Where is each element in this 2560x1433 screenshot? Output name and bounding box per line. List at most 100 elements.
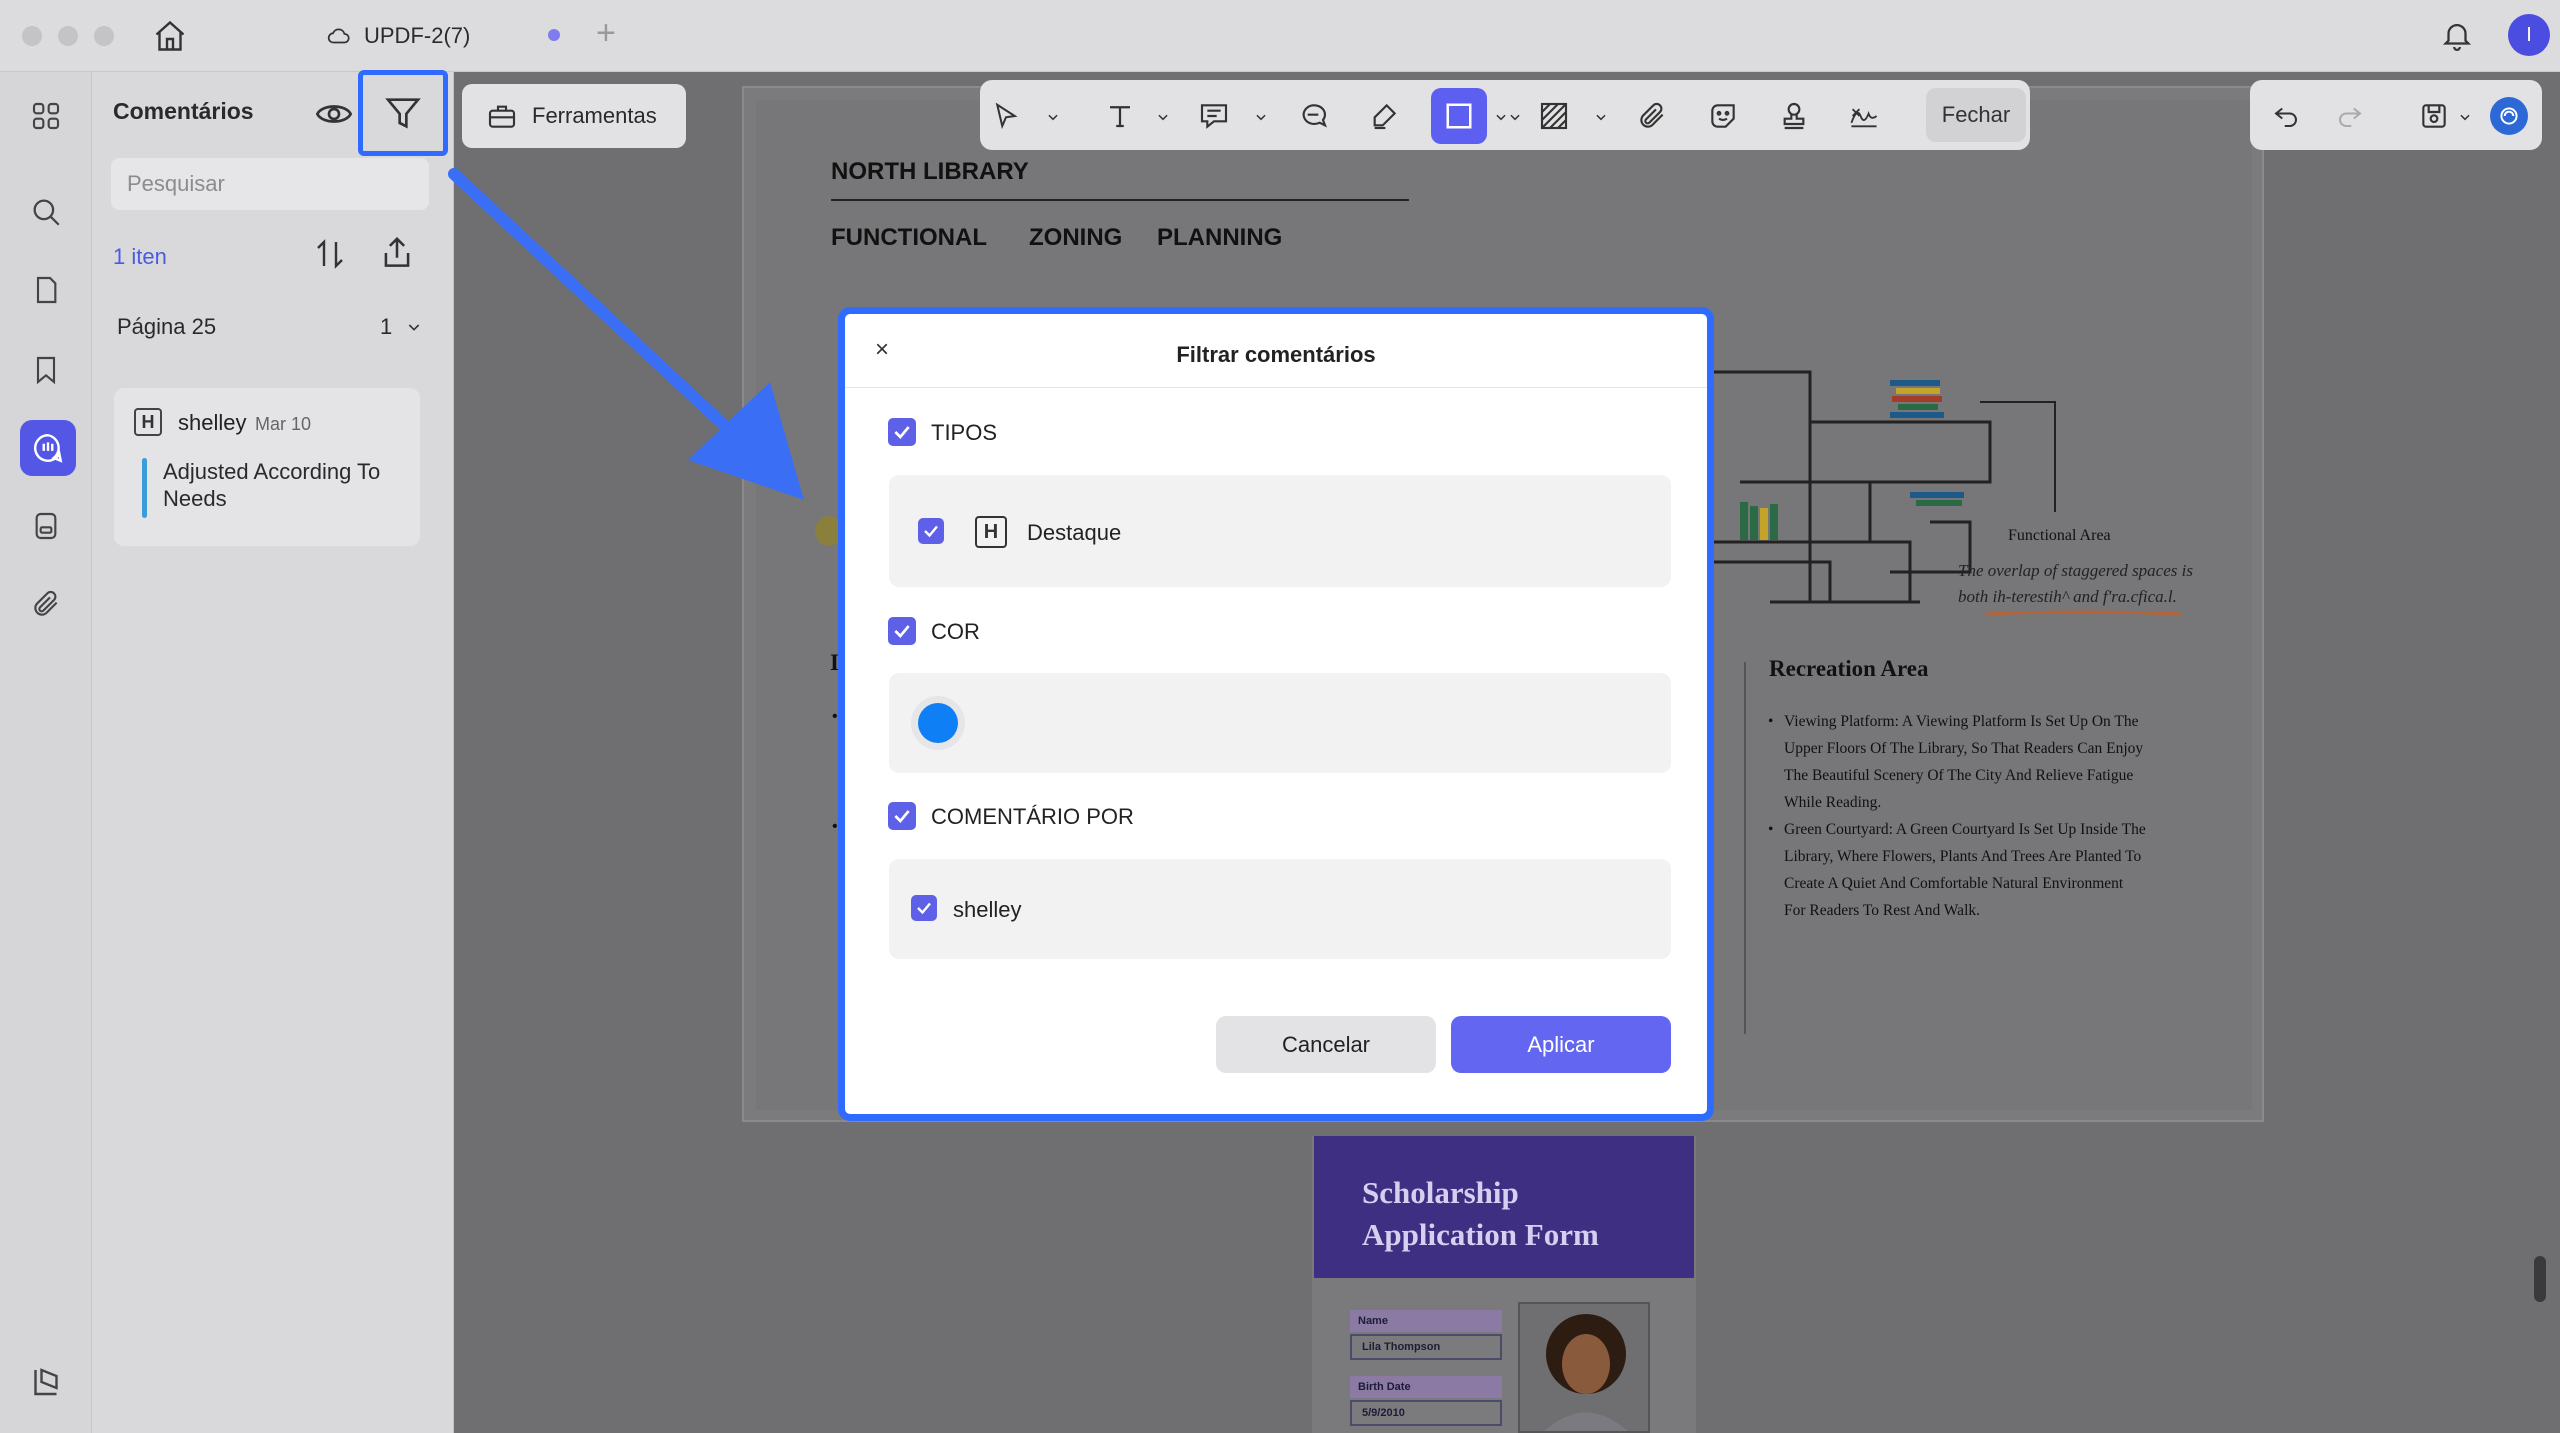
window-close-button[interactable] bbox=[22, 26, 42, 46]
doc-title: NORTH LIBRARY bbox=[831, 158, 1029, 185]
highlight-icon: H bbox=[134, 408, 162, 436]
color-label: COR bbox=[931, 619, 980, 644]
recreation-list: Viewing Platform: A Viewing Platform Is … bbox=[1768, 708, 2148, 924]
chevron-down-icon[interactable] bbox=[1156, 110, 1170, 124]
toolbox-icon bbox=[488, 105, 516, 128]
chevron-down-icon[interactable] bbox=[1494, 110, 1508, 124]
form-name-value: Lila Thompson bbox=[1350, 1334, 1502, 1360]
chevron-down-icon[interactable] bbox=[1594, 110, 1608, 124]
doc-subtitle-planning: PLANNING bbox=[1157, 224, 1283, 251]
unsaved-dot bbox=[548, 29, 560, 41]
redo-icon[interactable] bbox=[2334, 100, 2366, 132]
stamp-icon[interactable] bbox=[1778, 100, 1810, 132]
page-group-label: Página 25 bbox=[117, 314, 217, 339]
new-tab-button[interactable]: + bbox=[596, 14, 616, 53]
comment-date: Mar 10 bbox=[255, 414, 312, 434]
search-input[interactable] bbox=[111, 158, 429, 210]
check-icon bbox=[894, 810, 910, 823]
author-label: COMENTÁRIO POR bbox=[931, 804, 1134, 829]
sticker-icon[interactable] bbox=[1707, 100, 1739, 132]
annotation-arrow bbox=[448, 168, 804, 500]
close-icon[interactable]: × bbox=[870, 336, 894, 363]
hatch-icon[interactable] bbox=[1538, 100, 1570, 132]
bookmark-icon[interactable] bbox=[26, 350, 66, 390]
attachment-icon[interactable] bbox=[1636, 100, 1668, 132]
panel-title: Comentários bbox=[113, 98, 254, 124]
types-checkbox[interactable] bbox=[888, 418, 916, 446]
form-birth-value: 5/9/2010 bbox=[1350, 1400, 1502, 1426]
signature-icon[interactable] bbox=[1848, 100, 1880, 132]
doc-subtitle-zoning: ZONING bbox=[1029, 224, 1123, 251]
form-icon[interactable] bbox=[26, 506, 66, 546]
save-icon[interactable] bbox=[2418, 100, 2450, 132]
check-icon bbox=[894, 426, 910, 439]
chevron-down-icon[interactable] bbox=[2458, 110, 2472, 124]
bell-icon[interactable] bbox=[2440, 18, 2474, 57]
page-group-toggle[interactable]: 1 bbox=[380, 314, 422, 340]
page-group-count: 1 bbox=[380, 314, 393, 339]
recreation-divider bbox=[1744, 662, 1746, 1034]
overlap-note: The overlap of staggered spaces is both … bbox=[1958, 561, 2193, 606]
eye-icon[interactable] bbox=[310, 92, 358, 136]
cloud-icon bbox=[327, 28, 350, 44]
highlight-underline bbox=[1985, 610, 2183, 616]
check-icon bbox=[894, 625, 910, 638]
chevron-down-icon[interactable] bbox=[1254, 110, 1268, 124]
chevron-down-icon[interactable] bbox=[1046, 110, 1060, 124]
undo-icon[interactable] bbox=[2270, 100, 2302, 132]
close-toolbar-button[interactable]: Fechar bbox=[1926, 88, 2026, 142]
comment-text: Adjusted According To Needs bbox=[163, 459, 381, 511]
document-tab[interactable]: UPDF-2(7) bbox=[326, 20, 470, 52]
attachment-icon[interactable] bbox=[26, 584, 66, 624]
comments-icon[interactable] bbox=[20, 420, 76, 476]
types-label: TIPOS bbox=[931, 420, 998, 445]
left-rail bbox=[0, 72, 92, 1433]
comment-color-bar bbox=[142, 458, 147, 518]
doc-bullet: • bbox=[832, 818, 838, 835]
avatar[interactable]: I bbox=[2508, 14, 2550, 56]
home-icon[interactable] bbox=[152, 18, 188, 59]
comment-bubble-icon[interactable] bbox=[1297, 100, 1329, 132]
chevron-down-icon[interactable] bbox=[1508, 110, 1522, 124]
tools-button[interactable]: Ferramentas bbox=[462, 84, 686, 148]
apply-button[interactable]: Aplicar bbox=[1451, 1016, 1671, 1073]
export-icon[interactable] bbox=[378, 234, 416, 277]
doc-subtitle-functional: FUNCTIONAL bbox=[831, 224, 987, 251]
color-swatch-blue[interactable] bbox=[911, 696, 965, 750]
sort-icon[interactable] bbox=[312, 236, 348, 277]
author-shelley-checkbox[interactable] bbox=[911, 895, 937, 921]
filter-icon bbox=[385, 98, 421, 129]
rectangle-tool-button[interactable] bbox=[1431, 88, 1487, 144]
functional-area-label: Functional Area bbox=[2008, 527, 2111, 544]
text-icon[interactable] bbox=[1104, 100, 1136, 132]
destaque-label: Destaque bbox=[1027, 520, 1122, 545]
page-icon[interactable] bbox=[26, 270, 66, 310]
layers-icon[interactable] bbox=[28, 1364, 64, 1405]
note-icon[interactable] bbox=[1198, 100, 1230, 132]
chevron-down-icon bbox=[409, 324, 420, 331]
ai-assistant-icon[interactable] bbox=[2490, 97, 2528, 135]
check-icon bbox=[917, 902, 931, 915]
highlighter-icon[interactable] bbox=[1368, 100, 1400, 132]
doc-divider bbox=[831, 199, 1409, 201]
applicant-photo bbox=[1518, 1302, 1650, 1433]
history-toolbar bbox=[2250, 80, 2542, 150]
cancel-button[interactable]: Cancelar bbox=[1216, 1016, 1436, 1073]
author-checkbox[interactable] bbox=[888, 802, 916, 830]
select-icon[interactable] bbox=[990, 100, 1022, 132]
rectangle-icon bbox=[1446, 103, 1472, 129]
dialog-divider bbox=[845, 387, 1707, 388]
apps-icon[interactable] bbox=[26, 96, 66, 136]
recreation-title: Recreation Area bbox=[1769, 656, 1929, 681]
filter-button[interactable] bbox=[358, 70, 448, 156]
search-icon[interactable] bbox=[26, 192, 66, 232]
doc-bullet: • bbox=[832, 708, 838, 725]
author-shelley-label: shelley bbox=[953, 897, 1022, 922]
window-minimize-button[interactable] bbox=[58, 26, 78, 46]
destaque-checkbox[interactable] bbox=[918, 518, 944, 544]
color-checkbox[interactable] bbox=[888, 617, 916, 645]
highlight-icon: H bbox=[975, 516, 1007, 548]
window-zoom-button[interactable] bbox=[94, 26, 114, 46]
scrollbar-thumb[interactable] bbox=[2534, 1256, 2546, 1302]
color-swatch-fill bbox=[918, 703, 958, 743]
